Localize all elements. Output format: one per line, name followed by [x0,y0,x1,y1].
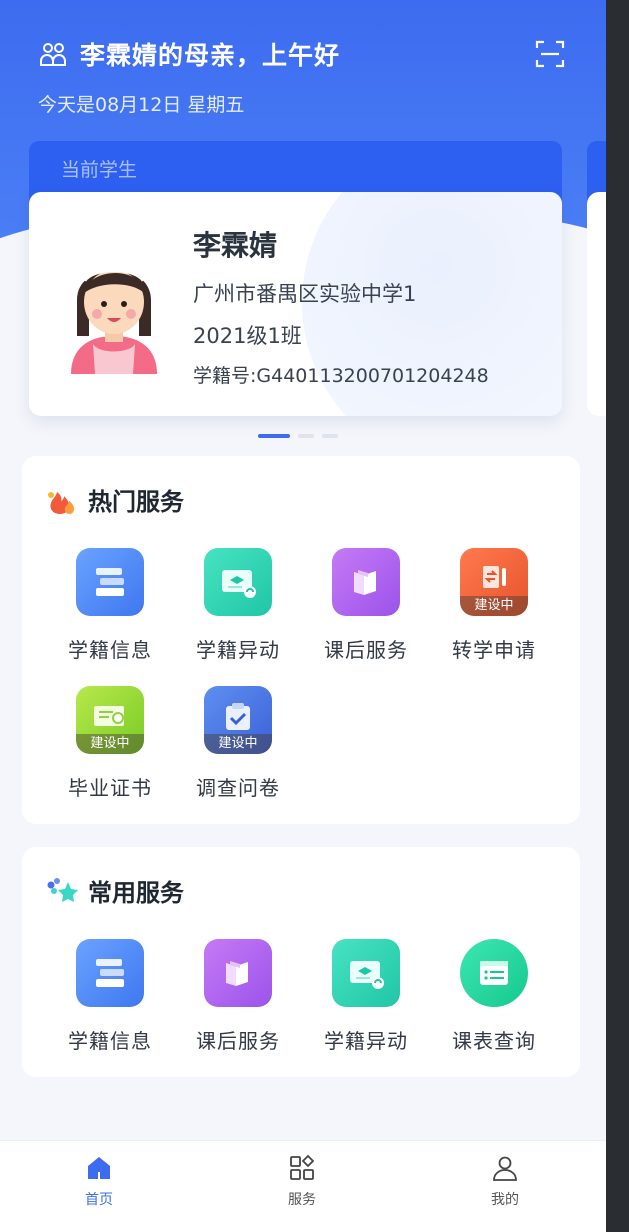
service-after-school[interactable]: 课后服务 [302,548,430,663]
grid-icon [290,1154,315,1180]
service-status-change[interactable]: 学籍异动 [174,548,302,663]
under-construction-badge: 建设中 [76,734,144,754]
student-name: 李霖婧 [193,229,278,262]
family-icon [40,43,66,66]
hot-services-title: 热门服务 [88,488,184,516]
service-certificate[interactable]: 建设中 毕业证书 [46,686,174,801]
scan-icon[interactable] [534,38,566,70]
service-label: 学籍信息 [68,638,152,662]
common-services-section: 常用服务 学籍信息 课后服务 学籍异动 课表查询 [22,847,580,1077]
common-services-header: 常用服务 [46,873,184,908]
transfer-tile: 建设中 [460,548,528,616]
status-change-icon [222,570,256,598]
schedule-icon [480,961,508,985]
greeting-text: 李霖婧的母亲，上午好 [80,41,341,70]
service-label: 学籍异动 [324,1029,408,1053]
carousel-indicator [258,434,338,438]
user-icon [493,1156,517,1181]
common-service-student-records[interactable]: 学籍信息 [46,939,174,1054]
service-student-records[interactable]: 学籍信息 [46,548,174,663]
service-label: 调查问卷 [196,776,280,800]
tab-label: 我的 [491,1192,519,1208]
next-student-card[interactable] [587,192,606,416]
service-transfer[interactable]: 建设中 转学申请 [430,548,558,663]
schedule-tile [460,939,528,1007]
tab-profile[interactable]: 我的 [455,1153,555,1209]
under-construction-badge: 建设中 [460,596,528,616]
tab-services[interactable]: 服务 [252,1153,352,1209]
service-label: 课后服务 [196,1029,280,1053]
status-change-tile [332,939,400,1007]
survey-tile: 建设中 [204,686,272,754]
service-label: 学籍异动 [196,638,280,662]
tab-home[interactable]: 首页 [49,1153,149,1209]
student-records-icon [96,959,124,987]
student-card[interactable]: 李霖婧 广州市番禺区实验中学1 2021级1班 学籍号:G44011320070… [29,192,562,416]
under-construction-badge: 建设中 [204,734,272,754]
bottom-tab-bar: 首页 服务 我的 [0,1140,606,1232]
carousel-dot [298,434,314,438]
carousel-dot [322,434,338,438]
service-label: 学籍信息 [68,1029,152,1053]
star-icon [47,877,78,902]
common-services-title: 常用服务 [88,879,184,907]
student-id: 学籍号:G440113200701204248 [193,365,489,387]
common-service-status-change[interactable]: 学籍异动 [302,939,430,1054]
service-label: 毕业证书 [68,776,152,800]
hot-services-header: 热门服务 [46,482,184,517]
books-icon [226,961,248,986]
service-survey[interactable]: 建设中 调查问卷 [174,686,302,801]
student-class: 2021级1班 [193,324,302,348]
student-school: 广州市番禺区实验中学1 [193,282,417,306]
common-service-schedule[interactable]: 课表查询 [430,939,558,1054]
after-school-tile [332,548,400,616]
service-label: 课后服务 [324,638,408,662]
student-records-tile [76,548,144,616]
certificate-tile: 建设中 [76,686,144,754]
status-change-tile [204,548,272,616]
service-label: 课表查询 [452,1029,536,1053]
phone-screen: 李霖婧的母亲，上午好 今天是08月12日 星期五 当前学生 李霖婧 广州市番禺区… [0,0,606,1232]
student-records-icon [96,568,124,596]
carousel-dot-active [258,434,290,438]
student-avatar [71,267,157,374]
tab-label: 服务 [288,1192,316,1208]
student-card-tab-label: 当前学生 [61,159,138,181]
hot-services-section: 热门服务 学籍信息 学籍异动 课后服务 建设中 转学申请 建设中 毕业证书 建设… [22,456,580,824]
home-icon [88,1157,110,1179]
after-school-tile [204,939,272,1007]
fire-icon [48,491,74,514]
tab-label: 首页 [85,1192,113,1208]
date-text: 今天是08月12日 星期五 [38,94,245,116]
common-service-after-school[interactable]: 课后服务 [174,939,302,1054]
status-change-icon [350,961,384,989]
service-label: 转学申请 [452,638,536,662]
student-records-tile [76,939,144,1007]
greeting-row: 李霖婧的母亲，上午好 [38,36,340,72]
books-icon [354,570,376,595]
